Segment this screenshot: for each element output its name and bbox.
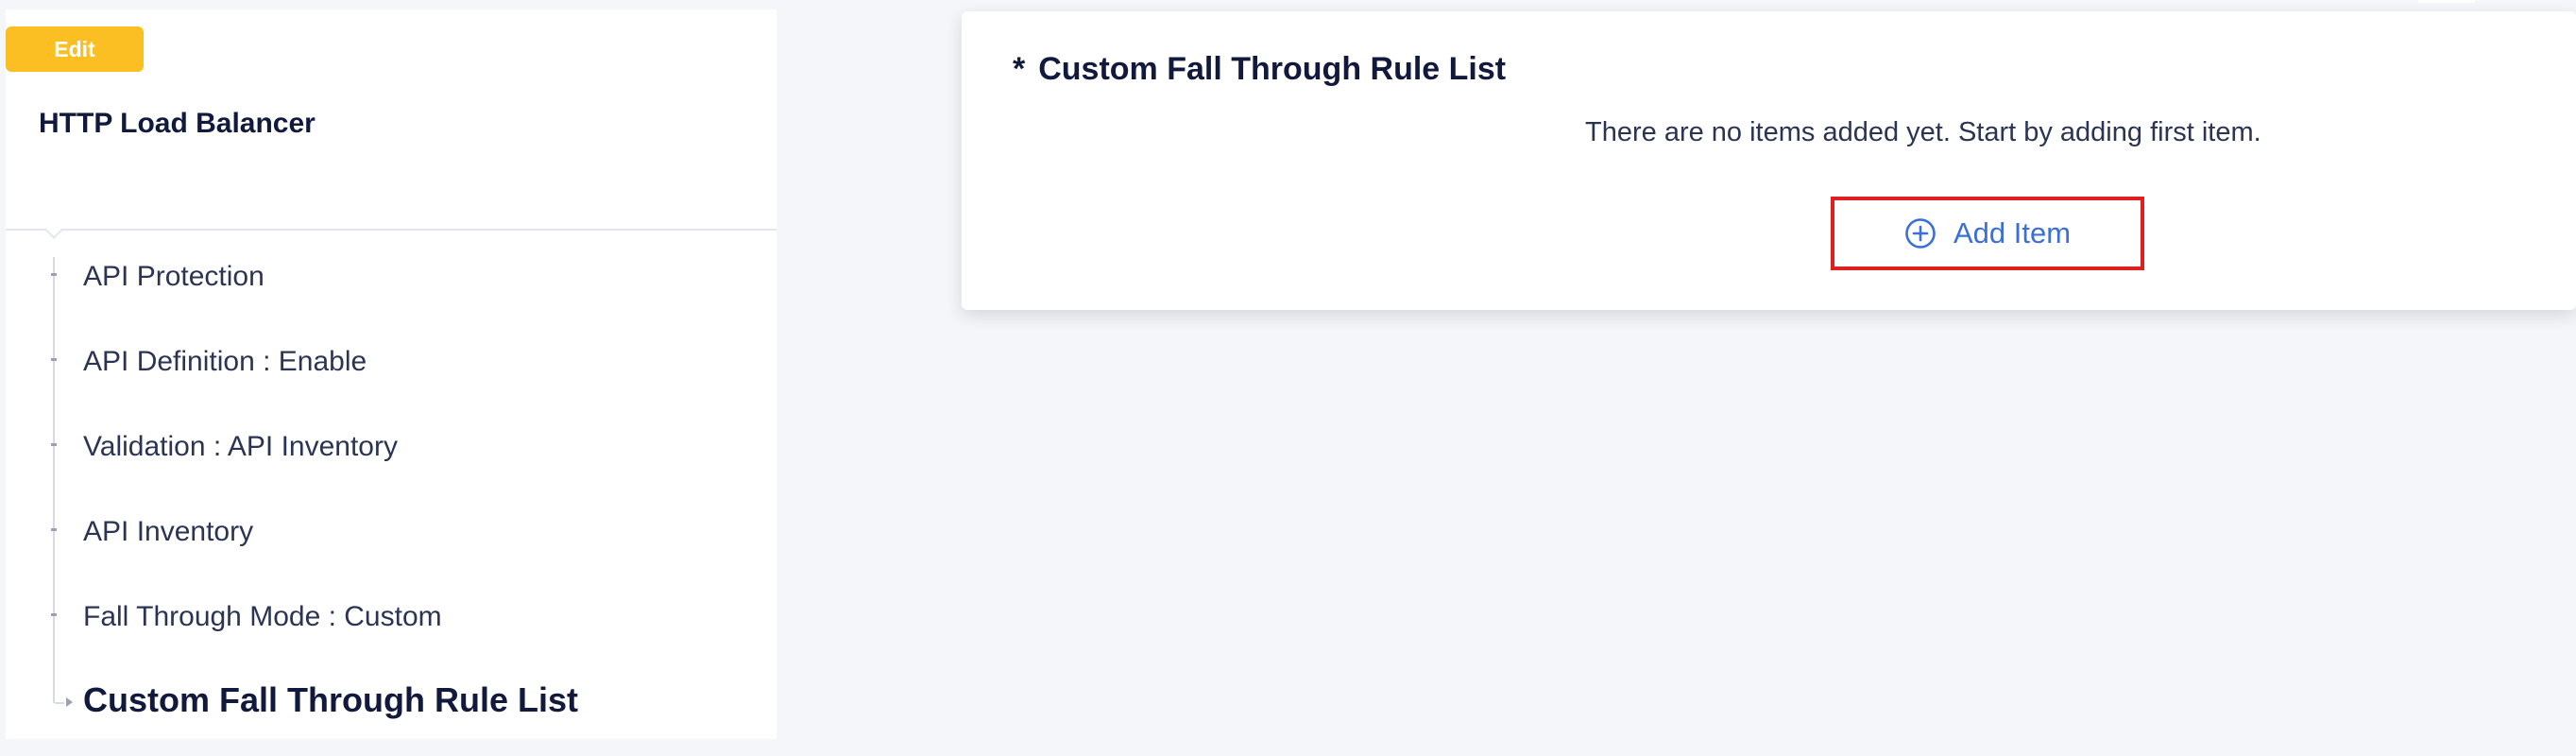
edit-badge[interactable]: Edit	[6, 26, 144, 72]
empty-state-message: There are no items added yet. Start by a…	[1585, 117, 2261, 147]
nav-item-custom-fall-through-rule-list[interactable]: Custom Fall Through Rule List	[83, 681, 578, 719]
nav-item-validation[interactable]: Validation : API Inventory	[83, 428, 398, 466]
section-title-text: Custom Fall Through Rule List	[1038, 51, 1507, 87]
plus-circle-icon	[1905, 218, 1936, 249]
current-item-arrow-icon	[66, 697, 73, 707]
nav-bullet	[51, 528, 57, 531]
nav-item-fall-through-mode[interactable]: Fall Through Mode : Custom	[83, 598, 442, 636]
nav-bullet	[51, 273, 57, 276]
required-marker: *	[1013, 51, 1026, 87]
nav-item-api-definition[interactable]: API Definition : Enable	[83, 343, 367, 381]
tree-line	[53, 257, 55, 703]
tree-branch	[55, 702, 64, 704]
left-nav-panel: Edit HTTP Load Balancer API Protection A…	[6, 9, 776, 739]
top-strip	[2418, 0, 2475, 3]
divider-notch	[44, 220, 63, 239]
nav-bullet	[51, 358, 57, 361]
nav-bullet	[51, 443, 57, 446]
add-item-button[interactable]: Add Item	[1831, 197, 2144, 270]
nav-item-api-protection[interactable]: API Protection	[83, 258, 264, 296]
panel-title: HTTP Load Balancer	[39, 108, 316, 139]
nav-item-api-inventory[interactable]: API Inventory	[83, 513, 253, 551]
nav-bullet	[51, 613, 57, 616]
rule-list-card: * Custom Fall Through Rule List There are…	[962, 11, 2576, 310]
section-title: * Custom Fall Through Rule List	[1013, 51, 1506, 88]
add-item-label: Add Item	[1953, 216, 2072, 249]
panel-divider	[6, 229, 776, 231]
